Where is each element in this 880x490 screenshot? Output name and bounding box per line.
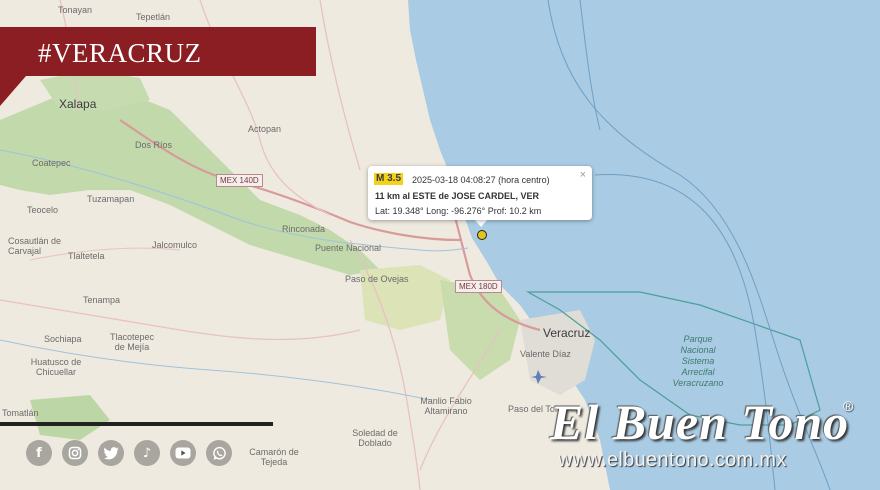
close-icon[interactable]: ×: [580, 169, 586, 181]
label-soledad-doblado: Soledad de Doblado: [352, 428, 398, 448]
label-tlaltetela: Tlaltetela: [68, 251, 105, 261]
label-valente-diaz: Valente Díaz: [520, 349, 571, 359]
label-tomatlan: Tomatlán: [2, 408, 39, 418]
road-shield-mex180d: MEX 180D: [455, 280, 502, 293]
instagram-icon[interactable]: [62, 440, 88, 466]
twitter-icon[interactable]: [98, 440, 124, 466]
label-coatepec: Coatepec: [32, 158, 71, 168]
label-dos-rios: Dos Ríos: [135, 140, 173, 150]
youtube-icon[interactable]: [170, 440, 196, 466]
label-xalapa: Xalapa: [59, 97, 97, 111]
label-actopan: Actopan: [248, 124, 282, 134]
event-datetime: 2025-03-18 04:08:27 (hora centro): [412, 175, 550, 185]
label-park: Parque Nacional Sistema Arrecifal Veracr…: [672, 334, 724, 388]
social-links: f ♪: [26, 440, 232, 466]
earthquake-popup: M 3.5 2025-03-18 04:08:27 (hora centro) …: [368, 166, 592, 220]
facebook-glyph: f: [36, 445, 42, 461]
label-tlacotepec: Tlacotepec de Mejía: [109, 332, 155, 352]
magnitude-badge: M 3.5: [374, 173, 404, 185]
facebook-icon[interactable]: f: [26, 440, 52, 466]
label-veracruz: Veracruz: [543, 326, 591, 340]
label-tepetlan: Tepetlán: [136, 12, 171, 22]
divider-line: [0, 422, 273, 426]
tiktok-glyph: ♪: [142, 445, 152, 461]
label-tuzamapan: Tuzamapan: [87, 194, 135, 204]
event-location: 11 km al ESTE de JOSE CARDEL, VER: [375, 191, 540, 201]
label-camaron: Camarón de Tejeda: [249, 447, 299, 467]
event-coordinates: Lat: 19.348° Long: -96.276° Prof: 10.2 k…: [375, 206, 542, 216]
whatsapp-icon[interactable]: [206, 440, 232, 466]
popup-tip: [474, 219, 488, 227]
label-manlio-fabio: Manlio Fabio Altamirano: [420, 396, 472, 416]
earthquake-marker[interactable]: [477, 230, 487, 240]
map-screenshot: Tonayan Tepetlán Xalapa Dos Ríos Actopan…: [0, 0, 880, 490]
brand-url: www.elbuentono.com.mx: [558, 449, 787, 471]
label-jalcomulco: Jalcomulco: [152, 240, 198, 250]
label-teocelo: Teocelo: [27, 205, 59, 215]
registered-mark: ®: [843, 398, 854, 414]
label-cosautlan: Cosautlán de Carvajal: [8, 236, 62, 256]
brand-logo: El Buen Tono: [550, 394, 850, 450]
label-huatusco: Huatusco de Chicuellar: [30, 357, 82, 377]
label-sochiapa: Sochiapa: [44, 334, 82, 344]
label-paso-de-ovejas: Paso de Ovejas: [345, 274, 409, 284]
label-tonayan: Tonayan: [58, 5, 93, 15]
category-label: #VERACRUZ: [38, 38, 202, 68]
label-tenampa: Tenampa: [83, 295, 121, 305]
tiktok-icon[interactable]: ♪: [134, 440, 160, 466]
label-rinconada: Rinconada: [282, 224, 326, 234]
road-shield-mex140d: MEX 140D: [216, 174, 263, 187]
label-puente-nacional: Puente Nacional: [315, 243, 382, 253]
banner-tab: [0, 76, 26, 106]
